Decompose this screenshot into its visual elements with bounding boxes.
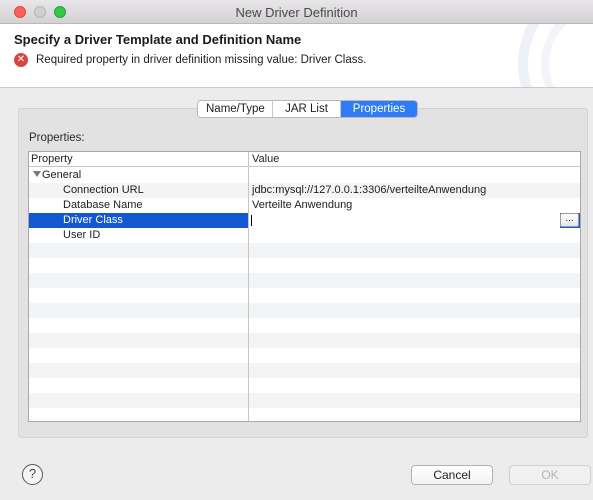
column-header-value[interactable]: Value — [252, 152, 279, 166]
properties-table[interactable]: Property Value General Connection URL jd… — [28, 151, 581, 422]
wizard-header: Specify a Driver Template and Definition… — [0, 24, 593, 88]
tab-name-type[interactable]: Name/Type — [198, 101, 273, 117]
expand-triangle-icon[interactable] — [33, 171, 41, 177]
ok-button[interactable]: OK — [509, 465, 591, 485]
empty-row — [29, 378, 580, 393]
empty-row — [29, 288, 580, 303]
empty-row — [29, 303, 580, 318]
tree-group-row[interactable]: General — [29, 168, 580, 183]
tab-jar-list[interactable]: JAR List — [273, 101, 341, 117]
properties-label: Properties: — [29, 132, 85, 144]
header-decoration — [518, 24, 567, 87]
table-row[interactable]: Connection URL jdbc:mysql://127.0.0.1:33… — [29, 183, 580, 198]
empty-row — [29, 363, 580, 378]
empty-row — [29, 318, 580, 333]
browse-ellipsis-button[interactable]: ... — [560, 213, 579, 227]
property-name: User ID — [63, 229, 101, 241]
property-name: Driver Class — [63, 214, 123, 226]
help-button[interactable]: ? — [22, 464, 43, 485]
property-value[interactable]: Verteilte Anwendung — [252, 198, 352, 213]
table-row[interactable]: User ID — [29, 228, 580, 243]
table-rows: General Connection URL jdbc:mysql://127.… — [29, 168, 580, 421]
error-message: Required property in driver definition m… — [36, 54, 367, 66]
empty-row — [29, 243, 580, 258]
empty-row — [29, 393, 580, 408]
tab-properties[interactable]: Properties — [341, 101, 417, 117]
table-header: Property Value — [29, 152, 580, 167]
property-value[interactable]: jdbc:mysql://127.0.0.1:3306/verteilteAnw… — [252, 183, 486, 198]
table-row-selected[interactable]: Driver Class ... — [29, 213, 580, 228]
column-divider[interactable] — [248, 152, 249, 421]
text-caret — [251, 215, 252, 226]
group-label: General — [33, 168, 81, 183]
error-icon: ✕ — [14, 53, 28, 67]
table-row[interactable]: Database Name Verteilte Anwendung — [29, 198, 580, 213]
title-bar: New Driver Definition — [0, 0, 593, 24]
empty-row — [29, 273, 580, 288]
empty-row — [29, 348, 580, 363]
property-name: Connection URL — [63, 184, 144, 196]
property-name: Database Name — [63, 199, 143, 211]
column-header-property[interactable]: Property — [31, 152, 73, 166]
empty-row — [29, 333, 580, 348]
driver-class-value-input[interactable] — [249, 213, 560, 228]
empty-row — [29, 408, 580, 421]
empty-row — [29, 258, 580, 273]
tab-bar: Name/Type JAR List Properties — [197, 100, 418, 118]
cancel-button[interactable]: Cancel — [411, 465, 493, 485]
header-title: Specify a Driver Template and Definition… — [14, 32, 302, 47]
window-title: New Driver Definition — [235, 5, 358, 20]
